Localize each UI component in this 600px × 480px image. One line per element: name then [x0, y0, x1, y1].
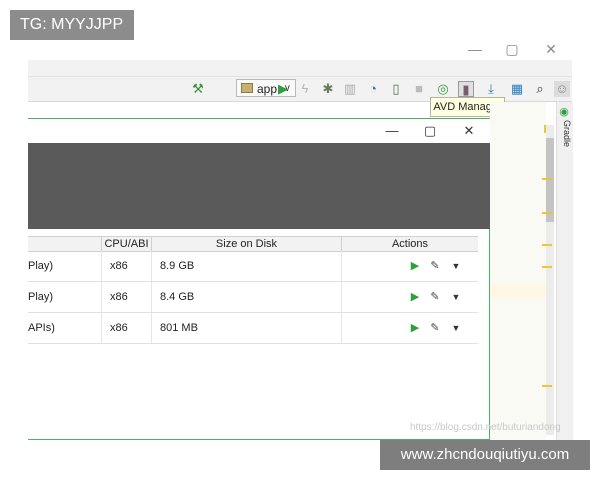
- run-icon[interactable]: ▶: [275, 81, 291, 97]
- table-row[interactable]: APIs) x86 801 MB ▶ ✎ ▼: [28, 313, 478, 344]
- cpu-cell: x86: [102, 282, 152, 312]
- gutter-mark: [542, 266, 552, 268]
- edit-device-icon[interactable]: ✎: [429, 322, 441, 334]
- column-header-cpu[interactable]: CPU/ABI: [102, 237, 152, 251]
- project-structure-icon[interactable]: ▦: [509, 81, 525, 97]
- dialog-titlebar: — ▢ ✕: [28, 119, 490, 143]
- app-config-icon: [241, 83, 253, 93]
- attach-debugger-icon[interactable]: ◔: [365, 81, 381, 97]
- column-header-actions[interactable]: Actions: [342, 237, 478, 251]
- dialog-close-button[interactable]: ✕: [461, 123, 477, 139]
- search-icon[interactable]: ⌕: [532, 81, 548, 97]
- size-cell: 8.9 GB: [152, 251, 342, 281]
- device-icon[interactable]: ▯: [388, 81, 404, 97]
- avd-manager-icon[interactable]: ▮: [458, 81, 474, 97]
- gutter-mark: [542, 385, 552, 387]
- window-maximize-button[interactable]: ▢: [503, 40, 521, 58]
- column-header-name[interactable]: [28, 237, 102, 251]
- table-header: CPU/ABI Size on Disk Actions: [28, 236, 478, 252]
- window-close-button[interactable]: ✕: [542, 40, 560, 58]
- hammer-icon[interactable]: ⚒: [190, 81, 206, 97]
- account-icon[interactable]: ☺: [554, 81, 570, 97]
- gutter-mark: [542, 244, 552, 246]
- more-actions-icon[interactable]: ▼: [450, 260, 462, 272]
- profile-icon[interactable]: ▥: [342, 81, 358, 97]
- editor-scrollbar-thumb[interactable]: [546, 138, 554, 222]
- device-name-cell: APIs): [28, 313, 102, 343]
- sync-gradle-icon[interactable]: ◎: [435, 81, 451, 97]
- launch-device-icon[interactable]: ▶: [409, 260, 421, 272]
- window-minimize-button[interactable]: —: [466, 40, 484, 58]
- footer-url-watermark: https://blog.csdn.net/buturiandong: [410, 422, 561, 433]
- ide-menu-strip: [28, 60, 572, 77]
- watermark-tag: TG: MYYJJPP: [10, 10, 134, 40]
- dialog-header-banner: [28, 143, 490, 229]
- gutter-mark: [542, 212, 552, 214]
- edit-device-icon[interactable]: ✎: [429, 260, 441, 272]
- launch-device-icon[interactable]: ▶: [409, 291, 421, 303]
- cpu-cell: x86: [102, 313, 152, 343]
- site-banner: www.zhcndouqiutiyu.com: [380, 440, 590, 470]
- launch-device-icon[interactable]: ▶: [409, 322, 421, 334]
- table-row[interactable]: Play) x86 8.9 GB ▶ ✎ ▼: [28, 251, 478, 282]
- avd-manager-dialog: — ▢ ✕ CPU/ABI Size on Disk Actions Play)…: [28, 118, 490, 440]
- apply-changes-icon[interactable]: ϟ: [297, 81, 313, 97]
- device-name-cell: Play): [28, 251, 102, 281]
- gradle-tab-label[interactable]: Gradle: [556, 120, 572, 180]
- more-actions-icon[interactable]: ▼: [450, 291, 462, 303]
- dialog-maximize-button[interactable]: ▢: [422, 123, 438, 139]
- column-header-size[interactable]: Size on Disk: [152, 237, 342, 251]
- size-cell: 801 MB: [152, 313, 342, 343]
- table-row[interactable]: Play) x86 8.4 GB ▶ ✎ ▼: [28, 282, 478, 313]
- editor-highlight-line: [490, 284, 546, 298]
- editor-area: [490, 102, 546, 442]
- dialog-minimize-button[interactable]: —: [384, 123, 400, 139]
- stop-icon[interactable]: ■: [411, 81, 427, 97]
- device-name-cell: Play): [28, 282, 102, 312]
- more-actions-icon[interactable]: ▼: [450, 322, 462, 334]
- sdk-manager-icon[interactable]: ⤓: [483, 81, 499, 97]
- size-cell: 8.4 GB: [152, 282, 342, 312]
- edit-device-icon[interactable]: ✎: [429, 291, 441, 303]
- gutter-mark: [542, 178, 552, 180]
- gradle-icon[interactable]: ◉: [558, 106, 570, 118]
- debug-icon[interactable]: ✱: [320, 81, 336, 97]
- cpu-cell: x86: [102, 251, 152, 281]
